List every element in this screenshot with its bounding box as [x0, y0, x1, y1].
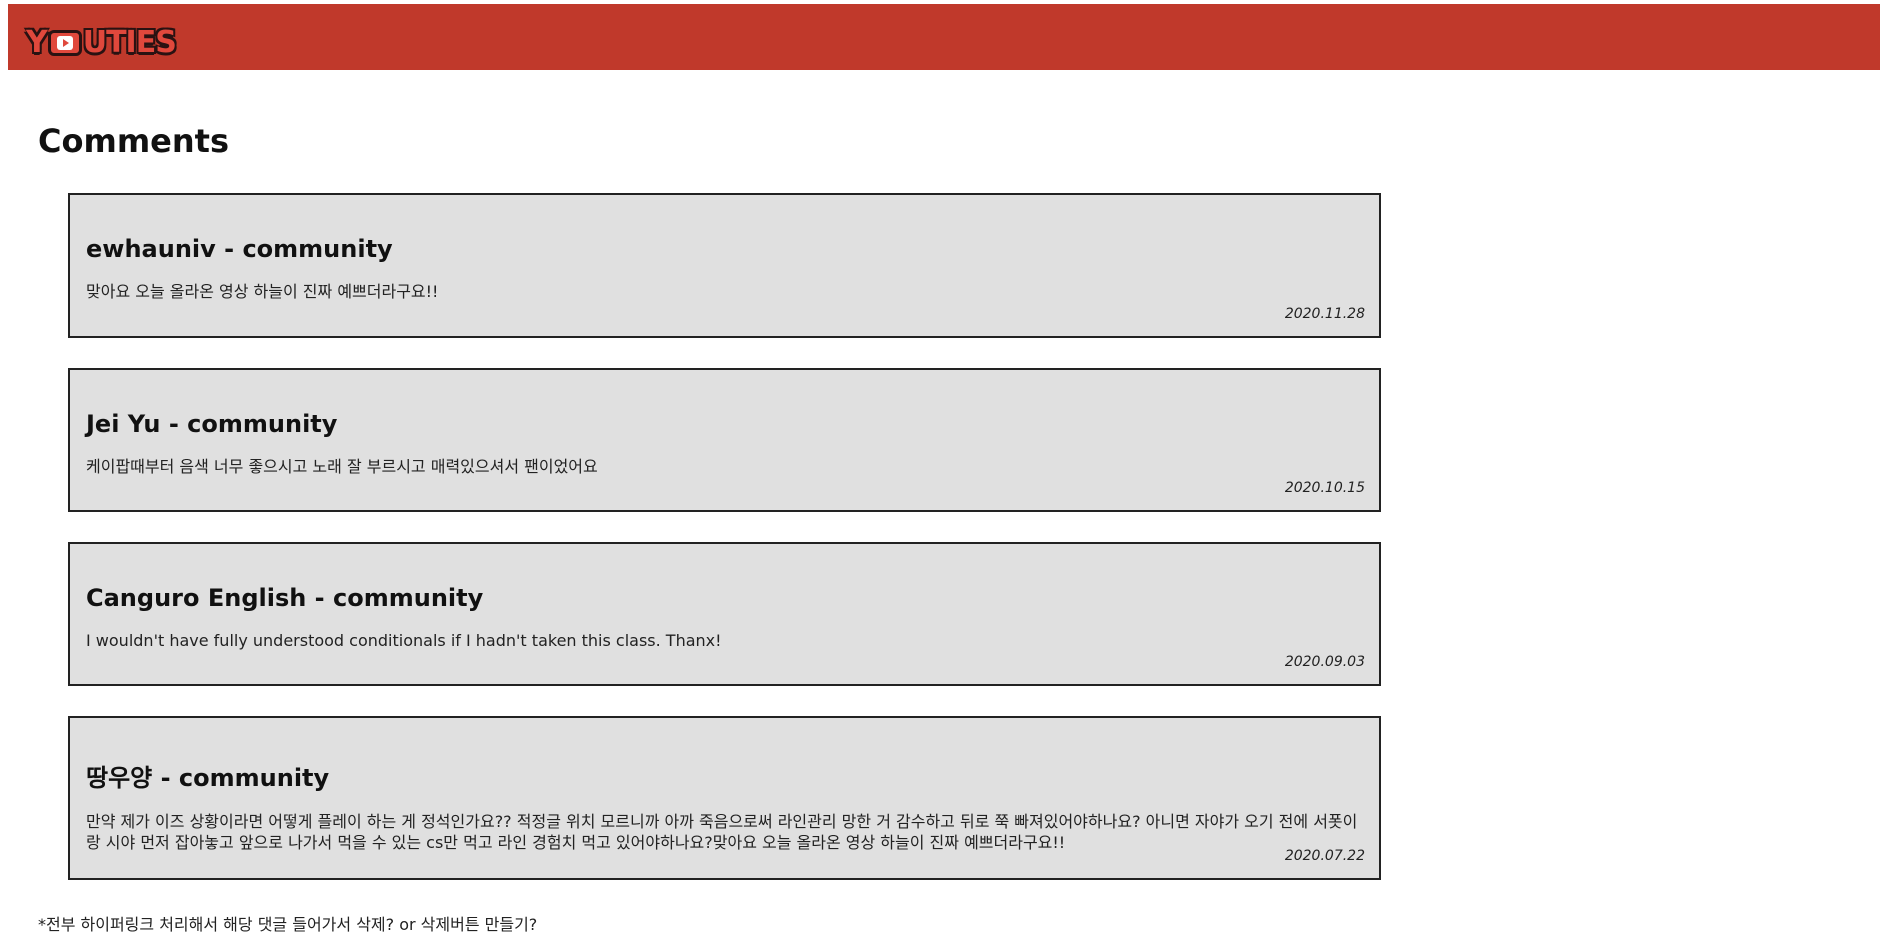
- comment-card[interactable]: Jei Yu - community 케이팝때부터 음색 너무 좋으시고 노래 …: [68, 368, 1381, 512]
- tv-play-icon: [47, 30, 82, 56]
- youties-logo[interactable]: Y UTIES: [26, 20, 177, 64]
- top-navigation-bar: Y UTIES: [8, 4, 1880, 70]
- comment-date: 2020.11.28: [1284, 306, 1365, 322]
- comment-list: ewhauniv - community 맞아요 오늘 올라온 영상 하늘이 진…: [68, 193, 1381, 910]
- footnote-text: *전부 하이퍼링크 처리해서 해당 댓글 들어가서 삭제? or 삭제버튼 만들…: [38, 915, 538, 934]
- comment-date: 2020.10.15: [1284, 480, 1365, 496]
- comment-text: 맞아요 오늘 올라온 영상 하늘이 진짜 예쁘더라구요!!: [86, 282, 439, 301]
- logo-text-right: UTIES: [82, 24, 177, 60]
- comment-author: Jei Yu - community: [86, 410, 338, 438]
- comment-author: 땅우양 - community: [86, 764, 330, 792]
- comment-text: 케이팝때부터 음색 너무 좋으시고 노래 잘 부르시고 매력있으셔서 팬이었어요: [86, 457, 598, 476]
- comment-author: Canguro English - community: [86, 584, 484, 612]
- comment-date: 2020.09.03: [1284, 654, 1365, 670]
- comment-text: I wouldn't have fully understood conditi…: [86, 631, 722, 650]
- page-title: Comments: [38, 122, 229, 160]
- comment-author: ewhauniv - community: [86, 235, 393, 263]
- comment-card[interactable]: Canguro English - community I wouldn't h…: [68, 542, 1381, 686]
- comment-text: 만약 제가 이즈 상황이라면 어떻게 플레이 하는 게 정석인가요?? 적정글 …: [86, 812, 1358, 852]
- comment-card[interactable]: 땅우양 - community 만약 제가 이즈 상황이라면 어떻게 플레이 하…: [68, 716, 1381, 880]
- logo-text-left: Y: [26, 24, 48, 60]
- comment-card[interactable]: ewhauniv - community 맞아요 오늘 올라온 영상 하늘이 진…: [68, 193, 1381, 338]
- comment-date: 2020.07.22: [1284, 848, 1365, 864]
